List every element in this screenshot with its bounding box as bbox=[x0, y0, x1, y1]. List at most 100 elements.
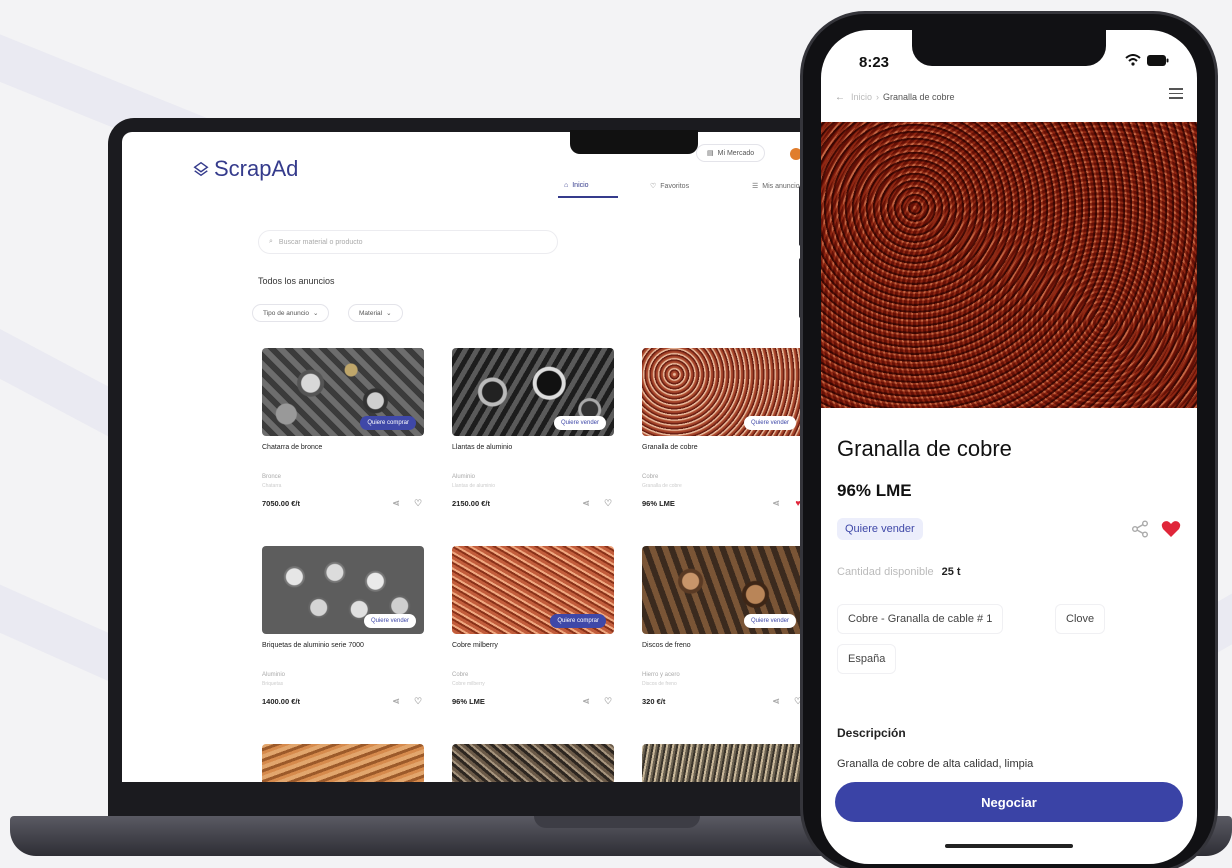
listing-detail: Discos de freno bbox=[642, 681, 677, 687]
share-icon[interactable] bbox=[1131, 520, 1149, 538]
my-market-button[interactable]: ▤ Mi Mercado bbox=[696, 144, 766, 162]
listing-material: Bronce bbox=[262, 474, 282, 480]
listing-price: 7050.00 €/t bbox=[262, 498, 300, 508]
listing-type-badge: Quiere vender bbox=[553, 416, 606, 430]
favorite-heart-icon[interactable]: ♡ bbox=[412, 695, 424, 707]
listing-material: Cobre bbox=[452, 672, 469, 678]
listing-type-badge: Quiere vender bbox=[743, 614, 796, 628]
listing-image: Quiere vender bbox=[642, 546, 804, 634]
search-input[interactable]: ⌕ Buscar material o producto bbox=[258, 230, 558, 254]
listing-material: Aluminio bbox=[452, 474, 476, 480]
listing-detail: Cobre milberry bbox=[452, 681, 485, 687]
favorite-heart-icon[interactable] bbox=[1161, 520, 1181, 538]
tab-my-ads[interactable]: ☰ Mis anuncios bbox=[752, 182, 803, 191]
filter-label: Tipo de anuncio bbox=[263, 309, 310, 317]
listing-card[interactable]: Quiere vender Granalla de cobre Cobre Grana… bbox=[642, 348, 804, 509]
filter-ad-type[interactable]: Tipo de anuncio ⌄ bbox=[252, 304, 330, 322]
breadcrumb-current: Granalla de cobre bbox=[883, 92, 955, 102]
share-icon[interactable]: ⋖ bbox=[580, 497, 592, 509]
scrapad-logo[interactable]: ScrapAd bbox=[192, 156, 298, 182]
listing-title: Cobre milberry bbox=[452, 642, 498, 649]
listing-title: Discos de freno bbox=[642, 642, 691, 649]
listing-footer: 96% LME ⋖ ♡ bbox=[452, 695, 614, 707]
listing-title: Llantas de aluminio bbox=[452, 444, 513, 451]
listing-material: Hierro y acero bbox=[642, 672, 680, 678]
description-title: Descripción bbox=[837, 726, 906, 740]
listing-card[interactable]: Quiere comprar Chatarra de bronce Bronce Ch… bbox=[262, 348, 424, 509]
section-title: Todos los anuncios bbox=[258, 276, 335, 286]
listing-detail: Briquetas bbox=[262, 681, 284, 687]
listing-price: 320 €/t bbox=[642, 696, 666, 706]
listing-title: Briquetas de aluminio serie 7000 bbox=[262, 642, 364, 649]
my-market-label: Mi Mercado bbox=[717, 149, 755, 157]
listing-material: Cobre bbox=[642, 474, 659, 480]
product-price: 96% LME bbox=[837, 481, 912, 500]
share-icon[interactable]: ⋖ bbox=[580, 695, 592, 707]
listing-price: 1400.00 €/t bbox=[262, 696, 300, 706]
tab-favorites-label: Favoritos bbox=[660, 182, 690, 190]
favorite-heart-icon[interactable]: ♡ bbox=[602, 695, 614, 707]
listing-image bbox=[642, 744, 804, 782]
share-icon[interactable]: ⋖ bbox=[770, 497, 782, 509]
home-icon: ⌂ bbox=[564, 182, 569, 189]
hamburger-menu-icon[interactable] bbox=[1169, 88, 1183, 99]
chevron-down-icon: ⌄ bbox=[386, 310, 392, 317]
listing-footer: 2150.00 €/t ⋖ ♡ bbox=[452, 497, 614, 509]
share-icon[interactable]: ⋖ bbox=[390, 695, 402, 707]
status-time: 8:23 bbox=[859, 54, 890, 71]
quantity-label: Cantidad disponible bbox=[837, 566, 934, 578]
share-icon[interactable]: ⋖ bbox=[770, 695, 782, 707]
material-chip: Cobre - Granalla de cable # 1 bbox=[837, 604, 1004, 634]
product-title: Granalla de cobre bbox=[837, 436, 1012, 461]
product-image bbox=[821, 122, 1197, 408]
listing-card[interactable]: Quiere vender Briquetas de aluminio serie… bbox=[262, 546, 424, 707]
listing-card[interactable] bbox=[642, 744, 804, 782]
tab-home[interactable]: ⌂ Inicio bbox=[564, 182, 589, 189]
favorite-heart-icon[interactable]: ♡ bbox=[602, 497, 614, 509]
listing-price: 2150.00 €/t bbox=[452, 498, 490, 508]
mobile-app-screen: 8:23 ← Inicio › Granalla de cobre Granal… bbox=[821, 30, 1197, 864]
listing-material: Aluminio bbox=[262, 672, 286, 678]
listing-detail: Chatarra bbox=[262, 483, 282, 489]
share-icon[interactable]: ⋖ bbox=[390, 497, 402, 509]
category-chip: Clove bbox=[1055, 604, 1106, 634]
listing-card[interactable]: Quiere vender Discos de freno Hierro y ace… bbox=[642, 546, 804, 707]
listing-card[interactable]: Quiere vender Llantas de aluminio Aluminio… bbox=[452, 348, 614, 509]
listing-detail: Granalla de cobre bbox=[642, 483, 682, 489]
listing-price: 96% LME bbox=[452, 696, 485, 706]
tab-favorites[interactable]: ♡ Favoritos bbox=[650, 182, 690, 191]
listing-title: Granalla de cobre bbox=[642, 444, 698, 451]
store-icon: ▤ bbox=[707, 150, 714, 157]
list-icon: ☰ bbox=[752, 183, 759, 190]
country-chip: España bbox=[837, 644, 897, 674]
quantity-row: Cantidad disponible 25 t bbox=[837, 566, 961, 578]
listing-footer: 1400.00 €/t ⋖ ♡ bbox=[262, 695, 424, 707]
listing-card[interactable] bbox=[452, 744, 614, 782]
user-avatar[interactable] bbox=[790, 148, 802, 160]
listing-image: Quiere vender bbox=[452, 348, 614, 436]
listing-card[interactable]: Quiere comprar Cobre milberry Cobre Cobre m… bbox=[452, 546, 614, 707]
heart-icon: ♡ bbox=[650, 183, 657, 190]
filter-material[interactable]: Material ⌄ bbox=[348, 304, 403, 322]
filter-label: Material bbox=[359, 309, 383, 317]
search-icon: ⌕ bbox=[269, 238, 273, 245]
negotiate-button[interactable]: Negociar bbox=[835, 782, 1183, 822]
laptop-notch bbox=[570, 130, 698, 154]
breadcrumb-parent[interactable]: Inicio bbox=[851, 92, 872, 102]
listing-image bbox=[452, 744, 614, 782]
listing-card[interactable] bbox=[262, 744, 424, 782]
search-placeholder: Buscar material o producto bbox=[278, 238, 363, 246]
status-icons bbox=[1125, 54, 1169, 66]
desktop-app-screen: ScrapAd ▤ Mi Mercado ⌂ Inicio ♡ Favorito… bbox=[122, 132, 854, 782]
listing-type-badge: Quiere vender bbox=[837, 518, 923, 540]
battery-icon bbox=[1147, 54, 1169, 66]
listing-image: Quiere comprar bbox=[452, 546, 614, 634]
listing-detail: Llantas de aluminio bbox=[452, 483, 496, 489]
chevron-down-icon: ⌄ bbox=[313, 310, 319, 317]
listing-image: Quiere vender bbox=[642, 348, 804, 436]
listing-footer: 96% LME ⋖ ♥ bbox=[642, 497, 804, 509]
back-arrow-icon[interactable]: ← bbox=[835, 92, 845, 103]
favorite-heart-icon[interactable]: ♡ bbox=[412, 497, 424, 509]
logo-text: ScrapAd bbox=[214, 156, 299, 181]
laptop-base-groove bbox=[534, 816, 700, 828]
